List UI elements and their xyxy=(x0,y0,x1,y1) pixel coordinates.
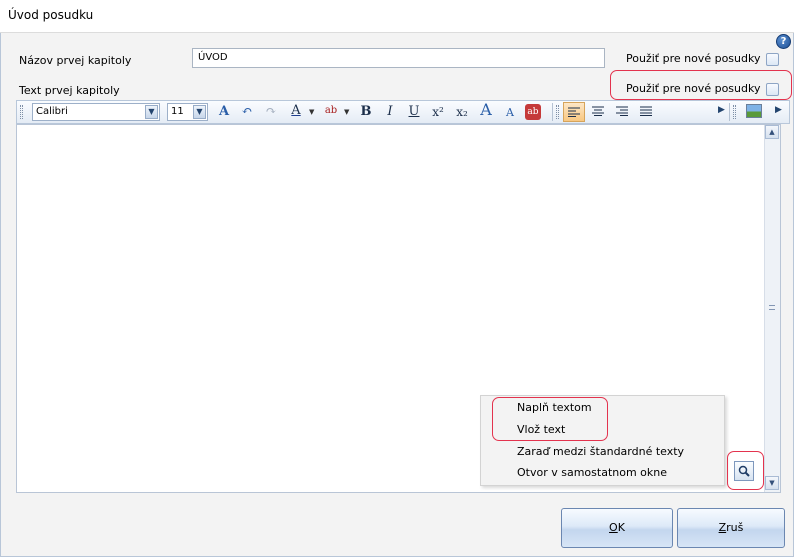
ok-button-mnemonic: O xyxy=(609,521,618,534)
ok-button[interactable]: OK xyxy=(561,508,673,548)
toolbar-overflow-icon-2[interactable]: ▶ xyxy=(775,105,782,115)
title-bar: Úvod posudku xyxy=(0,0,794,33)
underline-button[interactable]: U xyxy=(403,102,425,122)
align-left-button[interactable] xyxy=(563,102,585,122)
toolbar-grip-2[interactable] xyxy=(556,105,559,119)
align-center-icon xyxy=(592,106,604,116)
use-for-new-label-2: Použiť pre nové posudky xyxy=(626,82,761,95)
superscript-button[interactable]: x² xyxy=(427,102,449,122)
chapter-text-label: Text prvej kapitoly xyxy=(19,84,120,97)
menu-item-add-standard-text[interactable]: Zaraď medzi štandardné texty xyxy=(517,445,684,458)
window-title: Úvod posudku xyxy=(8,8,94,22)
align-right-button[interactable] xyxy=(611,102,633,122)
highlight-color-icon[interactable]: ab xyxy=(320,101,342,121)
subscript-button[interactable]: x₂ xyxy=(451,102,473,122)
toolbar-grip-3[interactable] xyxy=(733,105,736,119)
chapter-name-label: Názov prvej kapitoly xyxy=(19,54,132,67)
redo-icon[interactable]: ↷ xyxy=(260,102,282,122)
justify-icon xyxy=(640,106,652,116)
highlight-dropdown-icon[interactable]: ▼ xyxy=(344,108,349,116)
toolbar-separator xyxy=(552,103,553,121)
search-icon xyxy=(738,465,750,477)
font-size-select[interactable]: 11 ▼ xyxy=(167,103,208,121)
font-family-select[interactable]: Calibri ▼ xyxy=(32,103,160,121)
toolbar-separator-2 xyxy=(729,103,730,121)
font-style-icon[interactable]: A xyxy=(213,102,235,122)
chevron-down-icon[interactable]: ▼ xyxy=(193,105,206,119)
chapter-name-input[interactable]: ÚVOD xyxy=(192,48,605,68)
cancel-button-label: ruš xyxy=(726,521,744,534)
align-center-button[interactable] xyxy=(587,102,609,122)
toolbar-grip[interactable] xyxy=(20,105,23,119)
font-color-dropdown-icon[interactable]: ▼ xyxy=(309,108,314,116)
align-left-icon xyxy=(568,107,580,117)
align-right-icon xyxy=(616,106,628,116)
ok-button-label: K xyxy=(617,521,625,534)
help-icon[interactable]: ? xyxy=(776,34,791,49)
use-for-new-label: Použiť pre nové posudky xyxy=(626,52,761,65)
bold-button[interactable]: B xyxy=(355,102,377,122)
use-for-new-checkbox[interactable] xyxy=(766,53,779,66)
toolbar-overflow-icon[interactable]: ▶ xyxy=(718,105,725,115)
grow-font-button[interactable]: A xyxy=(475,100,497,120)
font-family-value: Calibri xyxy=(36,106,68,117)
shrink-font-button[interactable]: A xyxy=(499,103,521,123)
clear-format-button[interactable]: ab xyxy=(525,104,541,120)
menu-item-open-window[interactable]: Otvor v samostatnom okne xyxy=(517,466,667,479)
justify-button[interactable] xyxy=(635,102,657,122)
search-button[interactable] xyxy=(734,461,754,481)
italic-button[interactable]: I xyxy=(379,102,401,122)
scroll-down-icon[interactable]: ▼ xyxy=(765,476,779,490)
chevron-down-icon[interactable]: ▼ xyxy=(145,105,158,119)
font-color-icon[interactable]: A xyxy=(285,101,307,121)
highlight-menu-items xyxy=(492,397,608,441)
font-size-value: 11 xyxy=(171,106,184,117)
insert-image-icon[interactable] xyxy=(746,104,762,118)
scroll-up-icon[interactable]: ▲ xyxy=(765,125,779,139)
editor-vertical-scrollbar[interactable]: ▲ ▼ xyxy=(764,125,780,492)
undo-icon[interactable]: ↶ xyxy=(236,102,258,122)
scroll-thumb-grip[interactable] xyxy=(769,305,775,310)
use-for-new-checkbox-2[interactable] xyxy=(766,83,779,96)
cancel-button[interactable]: Zruš xyxy=(677,508,785,548)
